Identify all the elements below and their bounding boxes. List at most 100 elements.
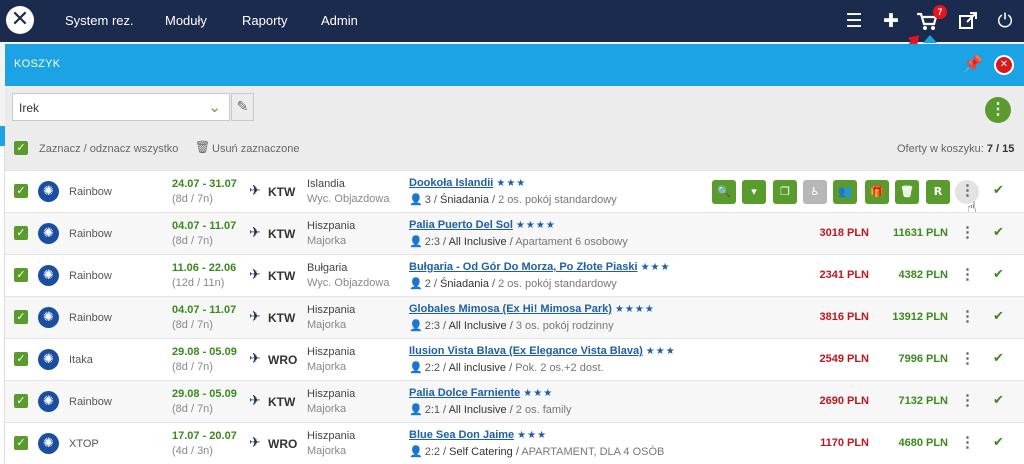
cart-count-badge: 7 — [933, 5, 947, 19]
power-icon[interactable]: ⏻ — [992, 8, 1018, 34]
hotel-link[interactable]: Palia Dolce Farniente ★★★ — [409, 387, 553, 399]
region: Majorka — [307, 361, 347, 373]
price-per-person: 1170 PLN — [820, 437, 869, 449]
offers-count: 7 / 15 — [986, 143, 1015, 155]
trash-icon[interactable]: 🗑 — [195, 140, 210, 154]
operator-logo-icon: ✺ — [38, 265, 59, 286]
price-per-person: 2549 PLN — [819, 353, 869, 365]
hotel-link[interactable]: Blue Sea Don Jaime ★★★ — [409, 429, 547, 441]
offer-row[interactable]: ✓ ✺ Itaka 29.08 - 05.09 (8d / 7n) ✈ WRO … — [5, 338, 1024, 380]
travel-dates: 17.07 - 20.07 — [172, 430, 237, 442]
hotel-name[interactable]: Ilusion Vista Blava (Ex Elegance Vista B… — [409, 345, 643, 357]
pax: 2:3 — [424, 236, 440, 248]
country: Islandia — [307, 178, 345, 190]
plane-icon: ✈ — [249, 225, 261, 241]
pin-icon[interactable]: 📌 — [963, 54, 983, 73]
user-select[interactable]: Irek ⌄ — [12, 93, 230, 121]
offer-row[interactable]: ✓ ✺ Rainbow 11.06 - 22.06 (12d / 11n) ✈ … — [5, 254, 1024, 296]
travel-dates: 29.08 - 05.09 — [172, 346, 237, 358]
hotel-name[interactable]: Palia Puerto Del Sol — [409, 219, 513, 231]
star-rating: ★★★ — [645, 346, 676, 357]
close-panel-button[interactable] — [994, 55, 1014, 75]
row-more-options-icon[interactable]: ⋮ — [960, 265, 975, 285]
delete-selected-link[interactable]: Usuń zaznaczone — [212, 143, 299, 155]
operator-logo-icon: ✺ — [38, 307, 59, 328]
row-more-options-icon[interactable]: ⋮ — [960, 391, 975, 411]
hotel-name[interactable]: Palia Dolce Farniente — [409, 387, 520, 399]
checkmark-icon: ✔ — [993, 183, 1004, 198]
price-per-person: 3018 PLN — [819, 227, 869, 239]
room-details: 👤 2:3 / All Inclusive / Apartament 6 osob… — [409, 235, 628, 248]
duration: (8d / 7n) — [172, 361, 213, 373]
select-all-label[interactable]: Zaznacz / odznacz wszystko — [39, 143, 178, 155]
external-link-icon[interactable] — [955, 8, 981, 34]
region: Wyc. Objazdowa — [307, 277, 390, 289]
plus-icon[interactable]: ✚ — [878, 8, 904, 34]
gift-icon[interactable]: 🎁 — [865, 180, 889, 204]
hotel-link[interactable]: Ilusion Vista Blava (Ex Elegance Vista B… — [409, 345, 676, 357]
departure-airport: KTW — [268, 185, 296, 199]
person-icon: 👤 — [409, 361, 423, 374]
r-icon[interactable]: R — [926, 180, 950, 204]
price-total: 13912 PLN — [892, 311, 948, 323]
more-options-button[interactable]: ⋮ — [985, 97, 1011, 123]
offer-row[interactable]: ✓ ✺ Rainbow 04.07 - 11.07 (8d / 7n) ✈ KT… — [5, 296, 1024, 338]
operator-name: Rainbow — [69, 228, 112, 240]
hotel-name[interactable]: Globales Mimosa (Ex Hi! Mimosa Park) — [409, 303, 612, 315]
person-icon: 👤 — [409, 235, 423, 248]
country: Hiszpania — [307, 304, 356, 316]
offer-row[interactable]: ✓ ✺ XTOP 17.07 - 20.07 (4d / 3n) ✈ WRO H… — [5, 422, 1024, 464]
nav-raporty[interactable]: Raporty — [242, 13, 288, 28]
region: Majorka — [307, 445, 347, 457]
search-icon[interactable]: 🔍 — [712, 180, 736, 204]
copy-icon[interactable]: ❐ — [773, 180, 797, 204]
travel-dates: 24.07 - 31.07 — [172, 178, 237, 190]
row-checkbox[interactable]: ✓ — [14, 310, 28, 324]
room-details: 👤 3 / Śniadania / 2 os. pokój standardowy — [409, 193, 617, 206]
list-icon[interactable]: ☰ — [841, 8, 867, 34]
hotel-link[interactable]: Bułgaria - Od Gór Do Morza, Po Złote Pia… — [409, 261, 671, 273]
row-checkbox[interactable]: ✓ — [14, 352, 28, 366]
trash-icon[interactable]: 🗑 — [895, 180, 919, 204]
operator-name: Itaka — [69, 354, 93, 366]
edit-icon[interactable]: ✎ — [231, 93, 254, 121]
row-checkbox[interactable]: ✓ — [14, 436, 28, 450]
board-type: Śniadania — [440, 278, 489, 290]
nav-system-rez[interactable]: System rez. — [65, 13, 134, 28]
row-checkbox[interactable]: ✓ — [14, 394, 28, 408]
select-all-checkbox[interactable]: ✓ — [14, 141, 28, 155]
hotel-link[interactable]: Globales Mimosa (Ex Hi! Mimosa Park) ★★★★ — [409, 303, 655, 315]
departure-airport: WRO — [268, 437, 298, 451]
pax: 2:3 — [424, 320, 440, 332]
row-checkbox[interactable]: ✓ — [14, 268, 28, 282]
hotel-link[interactable]: Dookoła Islandii ★★★ — [409, 177, 526, 189]
departure-airport: WRO — [268, 353, 298, 367]
wheelchair-icon[interactable]: ♿ — [803, 180, 827, 204]
duration: (4d / 3n) — [172, 445, 213, 457]
offer-row[interactable]: ✓ ✺ Rainbow 24.07 - 31.07 (8d / 7n) ✈ KT… — [5, 170, 1024, 217]
row-more-options-icon[interactable]: ⋮ — [960, 433, 975, 453]
offer-row[interactable]: ✓ ✺ Rainbow 04.07 - 11.07 (8d / 7n) ✈ KT… — [5, 212, 1024, 254]
dropdown-icon[interactable]: ▾ — [742, 180, 766, 204]
checkmark-icon: ✔ — [993, 225, 1004, 240]
checkmark-icon: ✔ — [993, 393, 1004, 408]
app-logo[interactable]: ✕ — [6, 6, 34, 34]
pax: 2:1 — [424, 404, 440, 416]
row-more-options-icon[interactable]: ⋮ — [960, 223, 975, 243]
hotel-name[interactable]: Bułgaria - Od Gór Do Morza, Po Złote Pia… — [409, 261, 638, 273]
row-checkbox[interactable]: ✓ — [14, 226, 28, 240]
plane-icon: ✈ — [249, 183, 261, 199]
hotel-link[interactable]: Palia Puerto Del Sol ★★★★ — [409, 219, 556, 231]
row-more-options-icon[interactable]: ⋮ — [960, 307, 975, 327]
checkmark-icon: ✔ — [993, 309, 1004, 324]
group-icon[interactable]: 👥 — [833, 180, 857, 204]
hotel-name[interactable]: Dookoła Islandii — [409, 177, 493, 189]
nav-moduly[interactable]: Moduły — [165, 13, 207, 28]
row-more-options-icon[interactable]: ⋮ — [960, 349, 975, 369]
hotel-name[interactable]: Blue Sea Don Jaime — [409, 429, 514, 441]
board-type: Self Catering — [449, 446, 513, 458]
departure-airport: KTW — [268, 227, 296, 241]
nav-admin[interactable]: Admin — [321, 13, 358, 28]
offer-row[interactable]: ✓ ✺ Rainbow 29.08 - 05.09 (8d / 7n) ✈ KT… — [5, 380, 1024, 422]
row-checkbox[interactable]: ✓ — [14, 184, 28, 198]
